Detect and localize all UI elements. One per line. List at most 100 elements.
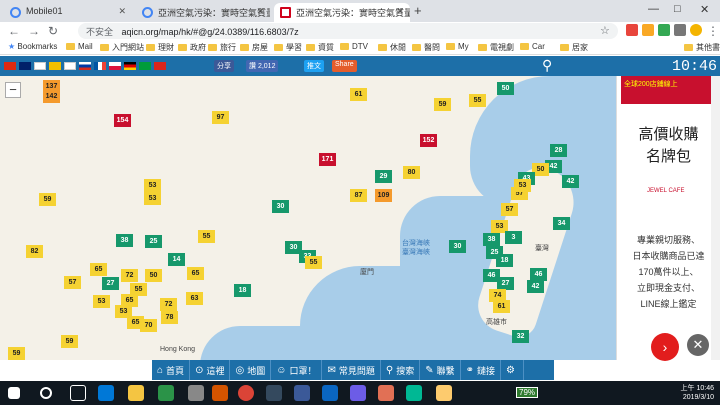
bottom-nav-item[interactable]: ☺ 口罩！: [271, 360, 323, 380]
flag-uk-icon[interactable]: [19, 62, 31, 70]
bookmark-item[interactable]: 旅行: [208, 42, 236, 53]
flag-br-icon[interactable]: [139, 62, 151, 70]
aqi-marker[interactable]: 63: [186, 292, 203, 305]
bookmark-item[interactable]: My: [446, 42, 469, 51]
aqi-marker[interactable]: 25: [145, 235, 162, 248]
aqi-marker[interactable]: 55: [305, 256, 322, 269]
tweet-button[interactable]: 推文: [304, 60, 324, 72]
bookmark-item[interactable]: 電視劇: [478, 42, 514, 53]
system-clock[interactable]: 上午 10:46 2019/3/10: [664, 384, 714, 402]
aqi-marker[interactable]: 82: [26, 245, 43, 258]
aqi-marker[interactable]: 53: [144, 179, 161, 192]
bottom-nav-item[interactable]: ✎ 聯繫: [420, 360, 461, 380]
close-icon[interactable]: ✕: [396, 6, 404, 17]
explorer-icon[interactable]: [128, 385, 144, 401]
aqi-marker[interactable]: 55: [198, 230, 215, 243]
forward-icon[interactable]: →: [28, 24, 40, 38]
app-icon[interactable]: [378, 385, 394, 401]
minimize-button[interactable]: —: [648, 3, 659, 15]
aqi-marker[interactable]: 29: [375, 170, 392, 183]
app-icon[interactable]: [294, 385, 310, 401]
bookmark-item[interactable]: 理財: [146, 42, 174, 53]
flag-vn-icon[interactable]: [154, 62, 166, 70]
ad-banner[interactable]: 全球200店鋪線上: [621, 76, 717, 104]
share2-button[interactable]: Share: [332, 60, 357, 72]
bookmark-item[interactable]: 學習: [274, 42, 302, 53]
flag-fr-icon[interactable]: [94, 62, 106, 70]
flag-cn-icon[interactable]: [4, 62, 16, 70]
aqi-marker[interactable]: 142: [43, 90, 60, 103]
extension-icon[interactable]: [658, 24, 670, 36]
aqi-marker[interactable]: 18: [234, 284, 251, 297]
aqi-marker[interactable]: 61: [350, 88, 367, 101]
aqi-marker[interactable]: 53: [93, 295, 110, 308]
bottom-nav-item[interactable]: ⚙: [501, 360, 524, 380]
maximize-button[interactable]: □: [674, 3, 681, 15]
app-icon[interactable]: [406, 385, 422, 401]
aqi-marker[interactable]: 32: [512, 330, 529, 343]
extension-icon[interactable]: [642, 24, 654, 36]
aqi-marker[interactable]: 30: [449, 240, 466, 253]
aqi-marker[interactable]: 152: [420, 134, 437, 147]
ad-go-button[interactable]: ›: [651, 333, 679, 361]
flag-pl-icon[interactable]: [109, 62, 121, 70]
task-view-icon[interactable]: [70, 385, 86, 401]
app-icon[interactable]: [212, 385, 228, 401]
bookmark-item[interactable]: DTV: [340, 42, 368, 51]
edge-icon[interactable]: [98, 385, 114, 401]
flag-de-icon[interactable]: [124, 62, 136, 70]
aqi-marker[interactable]: 38: [483, 233, 500, 246]
menu-icon[interactable]: ⋮: [707, 24, 719, 38]
app-icon[interactable]: [158, 385, 174, 401]
close-icon[interactable]: ✕: [118, 6, 126, 17]
app-icon[interactable]: [436, 385, 452, 401]
aqi-marker[interactable]: 171: [319, 153, 336, 166]
flag-jp-icon[interactable]: [34, 62, 46, 70]
aqi-marker[interactable]: 59: [8, 347, 25, 360]
aqi-marker[interactable]: 154: [114, 114, 131, 127]
bottom-nav-item[interactable]: ◎ 地圖: [230, 360, 272, 380]
bookmark-item[interactable]: Mail: [66, 42, 93, 51]
aqi-marker[interactable]: 78: [161, 311, 178, 324]
search-icon[interactable]: [40, 387, 52, 399]
scrollbar[interactable]: [711, 76, 720, 360]
aqi-map[interactable]: − 台灣海峽 臺灣海峽 臺灣 高雄市 Hong Kong 廈門 137 142 154 97 61…: [0, 76, 616, 360]
aqi-marker[interactable]: 30: [272, 200, 289, 213]
bookmark-item[interactable]: 入門網站: [100, 42, 144, 53]
avatar[interactable]: [690, 24, 702, 36]
aqi-marker[interactable]: 59: [39, 193, 56, 206]
tab-mobile01[interactable]: Mobile01 ✕: [4, 3, 132, 22]
extension-icon[interactable]: [626, 24, 638, 36]
flag-kr-icon[interactable]: [64, 62, 76, 70]
bookmark-item[interactable]: 其他書籤: [684, 42, 720, 53]
bottom-nav-item[interactable]: ✉ 常見問題: [322, 360, 381, 380]
aqi-marker[interactable]: 61: [493, 300, 510, 313]
bookmark-item[interactable]: 醫問: [412, 42, 440, 53]
ad-close-button[interactable]: ✕: [687, 334, 709, 356]
bookmark-item[interactable]: 休閒: [378, 42, 406, 53]
windows-start-icon[interactable]: [8, 387, 20, 399]
aqi-marker[interactable]: 46: [530, 268, 547, 281]
search-icon[interactable]: ⚲: [542, 57, 552, 74]
aqi-marker[interactable]: 50: [145, 269, 162, 282]
aqi-marker[interactable]: 18: [496, 254, 513, 267]
like-button[interactable]: 讚 2,012: [246, 60, 279, 72]
aqi-marker[interactable]: 57: [501, 203, 518, 216]
app-icon[interactable]: [188, 385, 204, 401]
aqi-marker[interactable]: 65: [90, 263, 107, 276]
flag-es-icon[interactable]: [49, 62, 61, 70]
aqi-marker[interactable]: 70: [140, 319, 157, 332]
tab-aqicn-2[interactable]: 亞洲空氣污染：實時空氣質量指數 ✕: [274, 3, 410, 22]
close-window-button[interactable]: ✕: [700, 3, 709, 16]
bookmark-item[interactable]: 居家: [560, 42, 588, 53]
bookmark-item[interactable]: 資質: [306, 42, 334, 53]
app-icon[interactable]: [266, 385, 282, 401]
bookmark-item[interactable]: ★ Bookmarks: [8, 42, 57, 51]
bookmark-item[interactable]: 房屋: [240, 42, 268, 53]
reload-icon[interactable]: ↻: [48, 24, 58, 38]
app-icon[interactable]: [322, 385, 338, 401]
aqi-marker[interactable]: 28: [550, 144, 567, 157]
aqi-marker[interactable]: 59: [61, 335, 78, 348]
back-icon[interactable]: ←: [8, 24, 20, 38]
app-icon[interactable]: [350, 385, 366, 401]
